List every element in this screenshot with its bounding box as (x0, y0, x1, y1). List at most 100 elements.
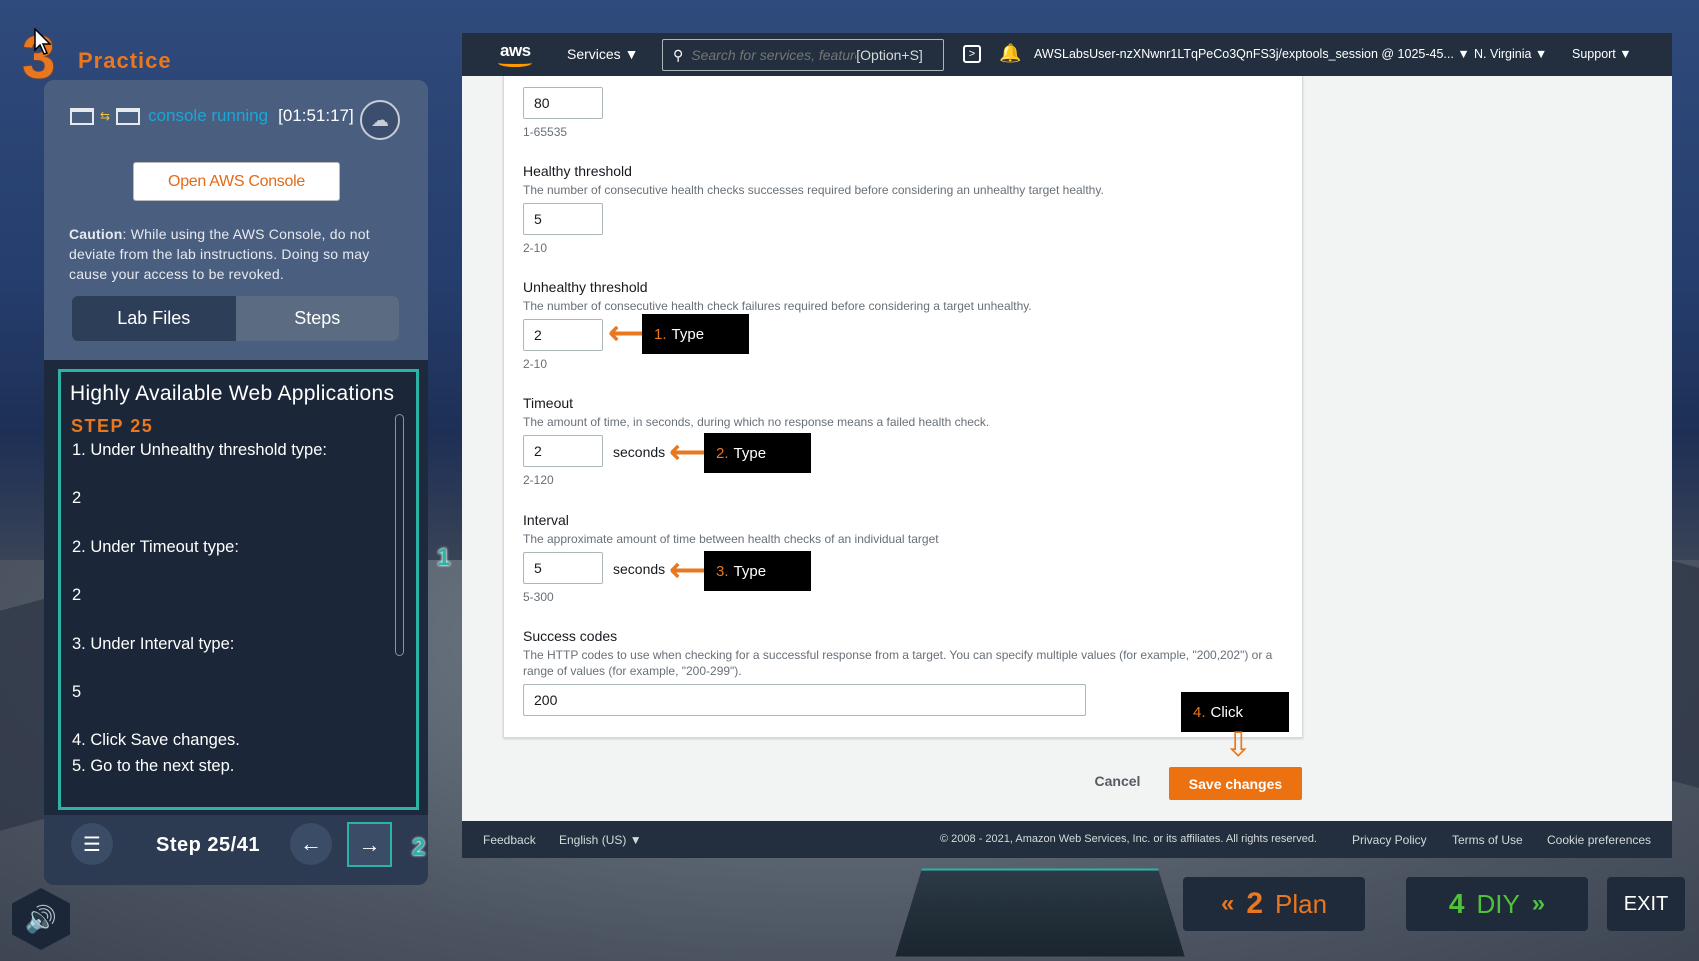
services-menu[interactable]: Services ▼ (567, 46, 638, 62)
exit-button[interactable]: EXIT (1607, 877, 1685, 931)
callout-number: 3. (716, 562, 729, 580)
window-icon (116, 107, 141, 125)
search-input[interactable] (691, 47, 857, 63)
interval-label: Interval (523, 512, 569, 528)
callout-text: Type (733, 444, 767, 462)
unhealthy-threshold-hint: 2-10 (523, 357, 548, 371)
interval-unit: seconds (613, 561, 666, 577)
interval-field[interactable] (523, 552, 603, 584)
services-label: Services (567, 46, 621, 62)
success-codes-desc-2: range of values (for example, "200-299")… (523, 664, 742, 678)
support-label: Support (1572, 47, 1616, 61)
caret-down-icon: ▼ (624, 46, 639, 62)
marker-two: 2 (412, 834, 426, 861)
plan-label: Plan (1275, 888, 1328, 919)
lab-title: Highly Available Web Applications (70, 382, 395, 405)
timeout-hint: 2-120 (523, 473, 554, 487)
aws-logo[interactable]: aws (500, 41, 531, 61)
plan-number: 2 (1246, 887, 1263, 920)
window-icon (70, 107, 94, 125)
account-name: AWSLabsUser-nzXNwnr1LTqPeCo3QnFS3j/expto… (1034, 47, 1454, 61)
privacy-policy-link[interactable]: Privacy Policy (1352, 833, 1427, 847)
timeout-label: Timeout (523, 395, 574, 411)
background-platform (895, 868, 1185, 957)
callout-2: 2. Type (704, 433, 811, 473)
save-changes-button[interactable]: Save changes (1169, 767, 1302, 800)
diy-number: 4 (1448, 888, 1465, 919)
search-icon: ⚲ (673, 46, 684, 63)
timeout-field[interactable] (523, 435, 603, 467)
callout-number: 4. (1193, 703, 1206, 721)
step-line: 2 (72, 586, 82, 604)
cloudshell-icon[interactable]: > (963, 45, 981, 63)
interval-hint: 5-300 (523, 590, 554, 604)
connection-icon: ⇆ (100, 109, 111, 123)
unhealthy-threshold-field[interactable] (523, 319, 603, 351)
healthy-threshold-field[interactable] (523, 203, 603, 235)
double-chevron-left-icon: « (1220, 890, 1235, 917)
callout-number: 2. (716, 444, 729, 462)
callout-1: 1. Type (642, 314, 749, 354)
practice-title: Practice (78, 48, 172, 73)
step-line: 2. Under Timeout type: (72, 538, 239, 556)
tab-steps[interactable]: Steps (235, 296, 399, 341)
console-timer: [01:51:17] (278, 106, 354, 125)
aws-search-box[interactable]: ⚲ [Option+S] (662, 39, 944, 71)
plan-button[interactable]: « 2 Plan (1183, 877, 1365, 931)
steps-scrollbar[interactable] (395, 414, 404, 656)
diy-label: DIY (1476, 888, 1520, 919)
timeout-unit: seconds (613, 444, 666, 460)
region-menu[interactable]: N. Virginia ▼ (1474, 47, 1547, 61)
previous-step-button[interactable]: ← (290, 823, 332, 865)
healthy-threshold-desc: The number of consecutive health checks … (523, 183, 1104, 197)
healthy-threshold-label: Healthy threshold (523, 163, 632, 179)
tab-lab-files[interactable]: Lab Files (72, 296, 236, 341)
callout-3: 3. Type (704, 551, 811, 591)
region-name: N. Virginia (1474, 47, 1532, 61)
account-menu[interactable]: AWSLabsUser-nzXNwnr1LTqPeCo3QnFS3j/expto… (1034, 47, 1470, 61)
callout-text: Type (671, 325, 705, 343)
language-selector[interactable]: English (US) ▼ (559, 833, 642, 847)
cloud-icon[interactable]: ☁ (360, 100, 400, 140)
step-line: 5. Go to the next step. (72, 757, 235, 775)
callout-number: 1. (654, 325, 667, 343)
double-chevron-right-icon: » (1531, 890, 1546, 917)
caution-label: Caution (69, 226, 123, 242)
success-codes-field[interactable] (523, 684, 1086, 716)
language-label: English (US) (559, 833, 627, 847)
step-counter: Step 25/41 (156, 834, 260, 856)
next-step-button[interactable]: → (347, 822, 392, 867)
success-codes-desc: The HTTP codes to use when checking for … (523, 648, 1273, 662)
bell-icon[interactable]: 🔔 (999, 43, 1021, 64)
support-menu[interactable]: Support ▼ (1572, 47, 1632, 61)
list-icon[interactable]: ☰ (71, 823, 113, 865)
port-field[interactable] (523, 87, 603, 119)
step-label: STEP 25 (71, 416, 154, 436)
terms-of-use-link[interactable]: Terms of Use (1452, 833, 1523, 847)
step-line: 5 (72, 683, 82, 701)
console-status: console running (148, 106, 269, 125)
port-hint: 1-65535 (523, 125, 568, 139)
diy-button[interactable]: 4 DIY » (1406, 877, 1588, 931)
copyright-text: © 2008 - 2021, Amazon Web Services, Inc.… (940, 833, 1317, 845)
panel-tabs: Lab Files Steps (72, 296, 399, 341)
console-status-row: ⇆ console running [01:51:17] (70, 106, 354, 126)
callout-text: Click (1210, 703, 1244, 721)
open-aws-console-button[interactable]: Open AWS Console (133, 162, 340, 201)
marker-one: 1 (437, 544, 451, 571)
cookie-preferences-link[interactable]: Cookie preferences (1547, 833, 1651, 847)
healthy-threshold-hint: 2-10 (523, 241, 548, 255)
aws-logo-smile-icon (498, 59, 532, 67)
arrow-down-icon: ⇩ (1224, 726, 1253, 764)
callout-text: Type (733, 562, 767, 580)
search-shortcut: [Option+S] (856, 47, 923, 63)
unhealthy-threshold-label: Unhealthy threshold (523, 279, 648, 295)
step-line: 3. Under Interval type: (72, 635, 235, 653)
unhealthy-threshold-desc: The number of consecutive health check f… (523, 299, 1032, 313)
timeout-desc: The amount of time, in seconds, during w… (523, 415, 990, 429)
cancel-button[interactable]: Cancel (1080, 773, 1155, 795)
step-line: 1. Under Unhealthy threshold type: (72, 441, 327, 459)
interval-desc: The approximate amount of time between h… (523, 532, 939, 546)
feedback-link[interactable]: Feedback (483, 833, 536, 847)
success-codes-label: Success codes (523, 628, 618, 644)
